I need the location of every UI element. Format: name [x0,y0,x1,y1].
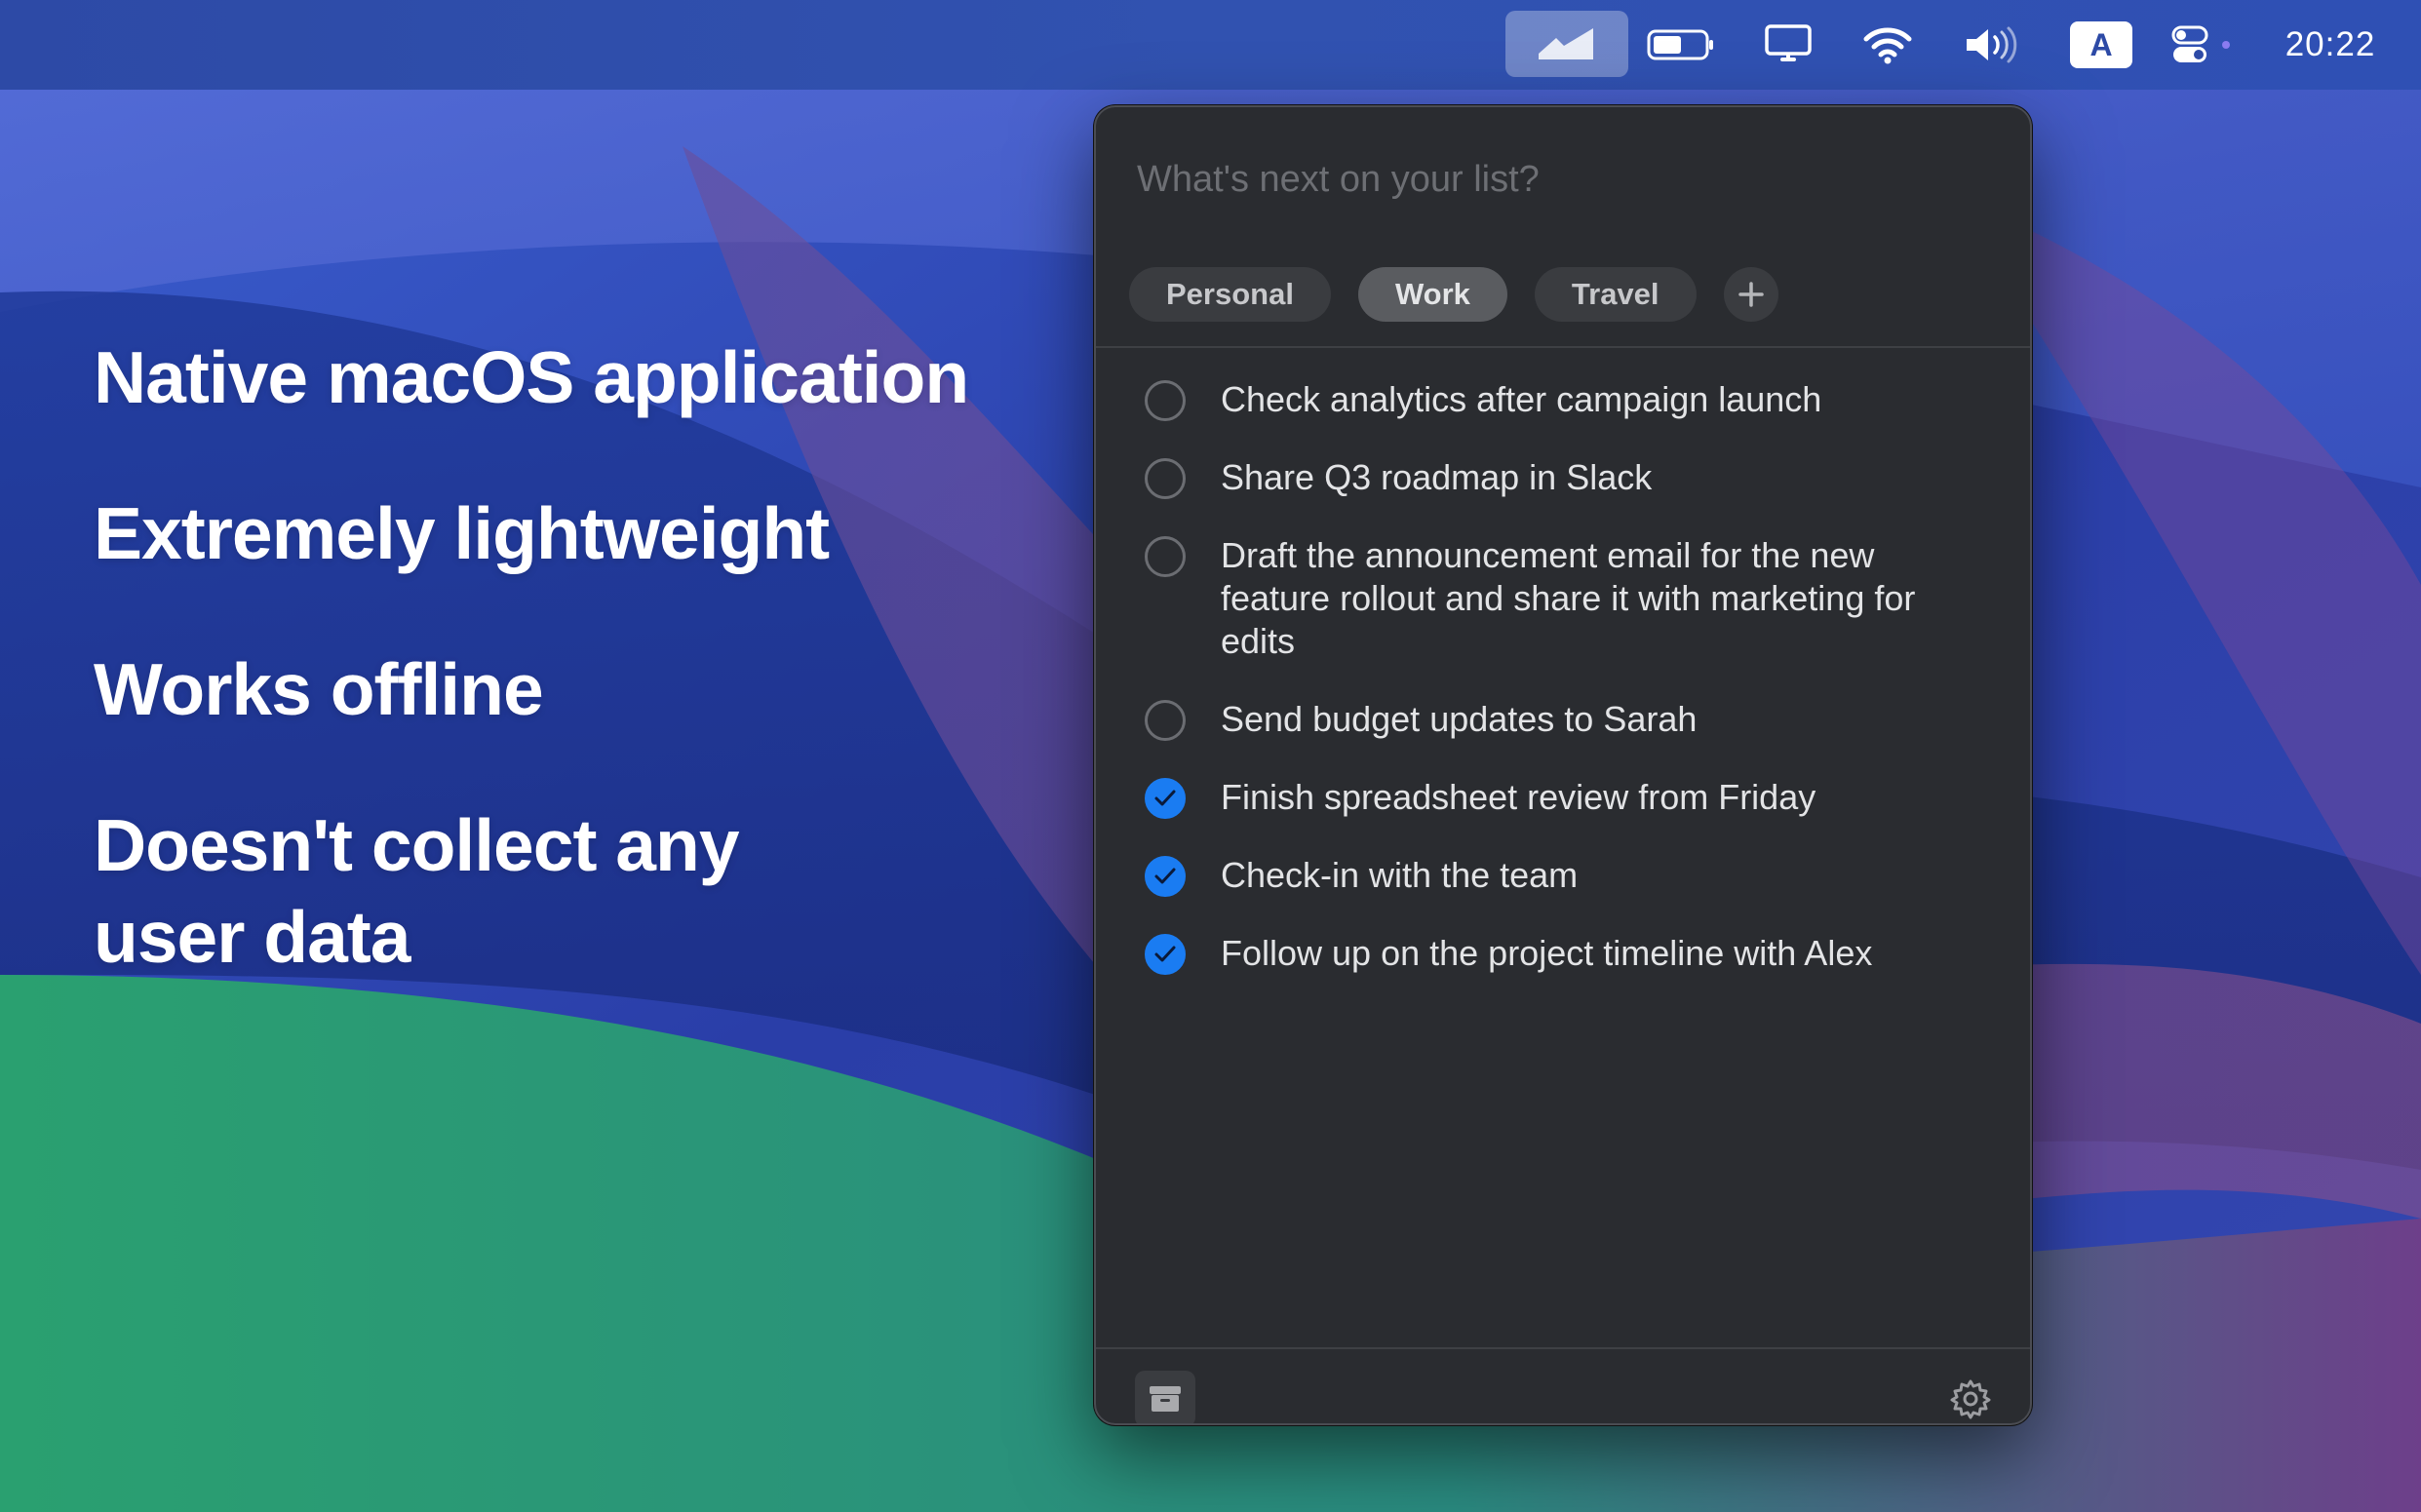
volume-icon[interactable] [1956,0,2028,90]
task-text[interactable]: Finish spreadsheet review from Friday [1221,776,1981,819]
plus-icon [1738,282,1764,307]
menu-bar-clock[interactable]: 20:22 [2262,0,2399,90]
task-checkbox[interactable] [1145,536,1186,577]
feature-privacy: Doesn't collect any user data [94,804,740,978]
task-checkbox[interactable] [1145,458,1186,499]
checkmark-app-icon[interactable] [1505,11,1628,77]
new-task-input[interactable] [1135,144,1987,214]
task-item: Share Q3 roadmap in Slack [1096,448,2030,507]
task-checkbox[interactable] [1145,700,1186,741]
feature-native: Native macOS application [94,336,969,418]
battery-icon[interactable] [1644,0,1718,90]
feature-lightweight: Extremely lightweight [94,492,830,574]
task-item: Check analytics after campaign launch [1096,370,2030,429]
tab-work[interactable]: Work [1357,267,1507,322]
task-item: Send budget updates to Sarah [1096,690,2030,749]
add-list-button[interactable] [1723,267,1778,322]
feature-list: Native macOS application Extremely light… [94,331,1049,1047]
settings-button[interactable] [1946,1375,1995,1423]
gear-icon [1950,1379,1991,1419]
list-tabs: Personal Work Travel [1129,267,1778,322]
task-text[interactable]: Follow up on the project timeline with A… [1221,932,1981,975]
archive-icon [1150,1386,1181,1412]
menu-bar: A 20:22 [0,0,2421,90]
todo-popover: Personal Work Travel Check analytics aft… [1094,105,2032,1425]
task-text[interactable]: Share Q3 roadmap in Slack [1221,456,1981,499]
task-checkbox-checked[interactable] [1145,934,1186,975]
task-text[interactable]: Draft the announcement email for the new… [1221,534,1981,663]
task-list: Check analytics after campaign launch Sh… [1096,370,2030,1002]
wifi-icon[interactable] [1856,0,1919,90]
input-source-label: A [2089,26,2113,62]
checkmark-icon [1154,790,1176,806]
task-checkbox-checked[interactable] [1145,856,1186,897]
display-icon[interactable] [1757,0,1819,90]
tab-travel[interactable]: Travel [1534,267,1697,322]
task-checkbox[interactable] [1145,380,1186,421]
task-text[interactable]: Send budget updates to Sarah [1221,698,1981,741]
feature-offline: Works offline [94,648,544,730]
task-text[interactable]: Check analytics after campaign launch [1221,378,1981,421]
task-item: Follow up on the project timeline with A… [1096,924,2030,983]
checkmark-icon [1154,946,1176,962]
control-center-icon[interactable] [2167,0,2237,90]
task-item: Finish spreadsheet review from Friday [1096,768,2030,827]
tab-personal[interactable]: Personal [1129,267,1331,322]
task-item: Check-in with the team [1096,846,2030,905]
footer-divider [1096,1347,2030,1349]
header-divider [1096,346,2030,348]
checkmark-icon [1154,868,1176,884]
input-source-icon[interactable]: A [2067,0,2135,90]
archive-button[interactable] [1135,1371,1195,1423]
task-item: Draft the announcement email for the new… [1096,526,2030,671]
task-text[interactable]: Check-in with the team [1221,854,1981,897]
task-checkbox-checked[interactable] [1145,778,1186,819]
